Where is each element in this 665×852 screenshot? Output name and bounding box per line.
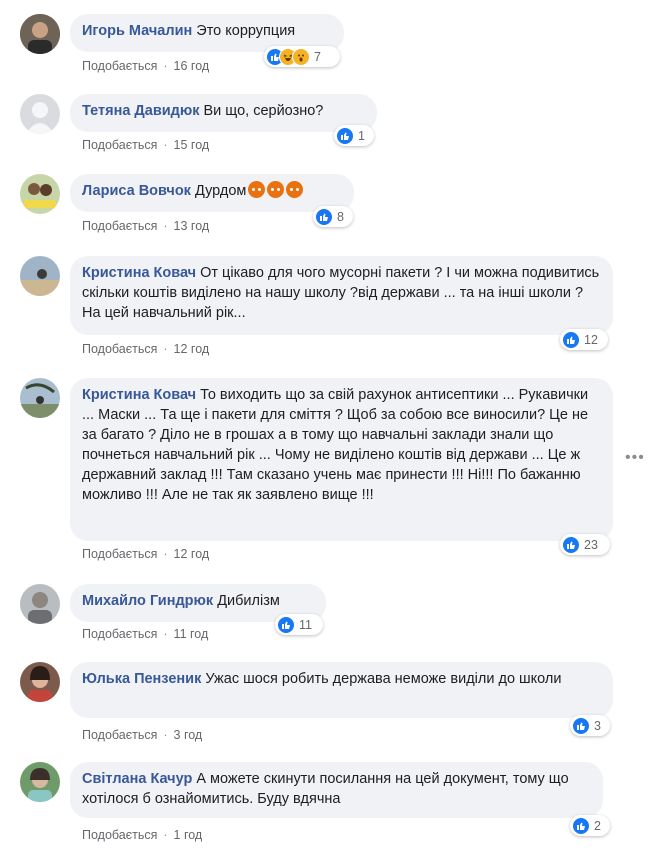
like-link[interactable]: Подобається (82, 547, 157, 561)
like-icon (572, 716, 590, 735)
reaction-count[interactable]: 11 (275, 614, 323, 635)
reaction-count-value: 7 (314, 49, 321, 64)
comment-bubble: Кристина Ковач То виходить що за свій рах… (70, 378, 613, 541)
reaction-count[interactable]: 2 (570, 815, 610, 836)
avatar[interactable] (20, 14, 60, 54)
avatar[interactable] (20, 584, 60, 624)
comment-bubble: Юлька Пензеник Ужас шося робить держава н… (70, 662, 613, 718)
like-link[interactable]: Подобається (82, 219, 157, 233)
timestamp[interactable]: 15 год (174, 138, 210, 152)
avatar[interactable] (20, 174, 60, 214)
reaction-count-value: 11 (299, 617, 312, 632)
comment-meta: Подобається · 15 год (82, 138, 209, 152)
comment-bubble: Лариса Вовчок Дурдом (70, 174, 354, 212)
separator-dot: · (163, 138, 168, 152)
reaction-count-value: 12 (584, 332, 598, 347)
comment-text: Дурдом (194, 183, 247, 199)
like-link[interactable]: Подобається (82, 59, 157, 73)
timestamp[interactable]: 12 год (174, 342, 210, 356)
author-name[interactable]: Тетяна Давидюк (82, 103, 200, 119)
comment-bubble: Світлана Качур А можете скинути посилання… (70, 762, 603, 818)
avatar[interactable] (20, 256, 60, 296)
author-name[interactable]: Світлана Качур (82, 771, 192, 787)
author-name[interactable]: Кристина Ковач (82, 265, 196, 281)
reaction-count[interactable]: 3 (570, 715, 610, 736)
separator-dot: · (163, 219, 168, 233)
reaction-count[interactable]: 23 (560, 534, 610, 555)
timestamp[interactable]: 16 год (174, 59, 210, 73)
like-icon (572, 816, 590, 835)
comment-meta: Подобається · 13 год (82, 219, 209, 233)
comment-meta: Подобається · 12 год (82, 342, 209, 356)
comment-text: Ви що, серйозно? (203, 103, 324, 119)
reaction-count[interactable]: 1 (334, 125, 374, 146)
separator-dot: · (163, 342, 168, 356)
author-name[interactable]: Михайло Гиндрюк (82, 593, 213, 609)
avatar[interactable] (20, 762, 60, 802)
comment-meta: Подобається · 3 год (82, 728, 202, 742)
like-link[interactable]: Подобається (82, 342, 157, 356)
reaction-count-value: 8 (337, 209, 344, 224)
like-icon (562, 535, 580, 554)
author-name[interactable]: Юлька Пензеник (82, 671, 201, 687)
reaction-count[interactable]: 8 (313, 206, 353, 227)
separator-dot: · (163, 627, 168, 641)
angry-emoji (248, 181, 266, 198)
like-icon (336, 126, 354, 145)
comment-bubble: Кристина Ковач От цікаво для чого мусорні… (70, 256, 613, 335)
author-name[interactable]: Игорь Мачалин (82, 23, 192, 39)
like-link[interactable]: Подобається (82, 627, 157, 641)
separator-dot: · (163, 828, 168, 842)
separator-dot: · (163, 728, 168, 742)
like-icon (315, 207, 333, 226)
comment-text: Это коррупция (196, 23, 296, 39)
comment-meta: Подобається · 16 год (82, 59, 209, 73)
timestamp[interactable]: 13 год (174, 219, 210, 233)
comment-text: Ужас шося робить держава неможе виділи д… (205, 671, 562, 687)
separator-dot: · (163, 547, 168, 561)
reaction-count-value: 3 (594, 718, 601, 733)
avatar[interactable] (20, 662, 60, 702)
separator-dot: · (163, 59, 168, 73)
reaction-count-value: 1 (358, 128, 365, 143)
like-icon (277, 615, 295, 634)
author-name[interactable]: Лариса Вовчок (82, 183, 191, 199)
more-options-icon[interactable]: ••• (625, 450, 645, 466)
comment-meta: Подобається · 12 год (82, 547, 209, 561)
reaction-count-value: 2 (594, 818, 601, 833)
comment-text: Дибилізм (217, 593, 280, 609)
like-icon (562, 330, 580, 349)
comment-bubble: Тетяна Давидюк Ви що, серйозно? (70, 94, 377, 132)
like-link[interactable]: Подобається (82, 728, 157, 742)
wow-icon (292, 47, 310, 66)
like-link[interactable]: Подобається (82, 828, 157, 842)
reaction-count-value: 23 (584, 537, 598, 552)
timestamp[interactable]: 3 год (174, 728, 203, 742)
author-name[interactable]: Кристина Ковач (82, 387, 196, 403)
angry-emoji (267, 181, 285, 198)
like-link[interactable]: Подобається (82, 138, 157, 152)
comment-text: То виходить що за свій рахунок антисепти… (82, 387, 589, 503)
timestamp[interactable]: 1 год (174, 828, 203, 842)
comment-meta: Подобається · 11 год (82, 627, 208, 641)
avatar[interactable] (20, 94, 60, 134)
comment-meta: Подобається · 1 год (82, 828, 202, 842)
avatar[interactable] (20, 378, 60, 418)
angry-emoji (286, 181, 304, 198)
reaction-count[interactable]: 7 (264, 46, 340, 67)
timestamp[interactable]: 12 год (174, 547, 210, 561)
timestamp[interactable]: 11 год (174, 627, 209, 641)
reaction-count[interactable]: 12 (560, 329, 608, 350)
